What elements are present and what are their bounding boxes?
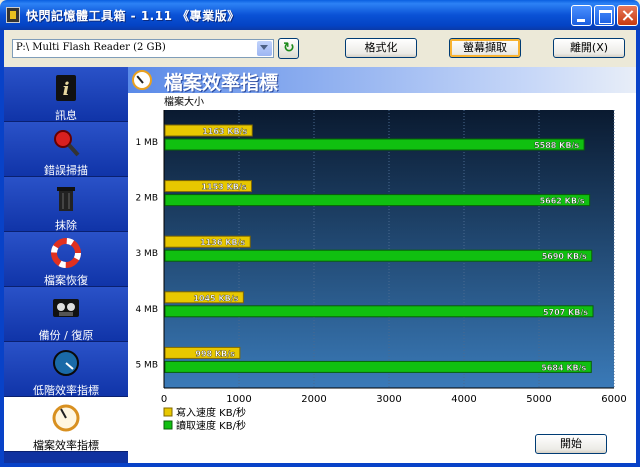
chevron-down-icon[interactable] — [257, 41, 272, 56]
screen-capture-button[interactable]: 螢幕擷取 — [449, 38, 521, 58]
sidebar-item-file-benchmark[interactable]: 檔案效率指標 — [4, 397, 128, 452]
bar-value-label: 5690 KB/s — [542, 252, 587, 261]
sidebar-item-backup-restore[interactable]: 備份 / 復原 — [4, 287, 128, 342]
bar-value-label: 998 KB/s — [195, 349, 235, 358]
category-label: 5 MB — [135, 360, 158, 370]
read-speed-bar — [164, 305, 594, 318]
legend-swatch — [163, 407, 173, 417]
x-tick-label: 6000 — [601, 394, 626, 405]
window-frame-bottom — [0, 463, 640, 467]
bar-value-label: 5662 KB/s — [540, 197, 585, 206]
bar-value-label: 1136 KB/s — [200, 238, 245, 247]
benchmark-chart: 檔案大小 0 1000 2000 3000 4000 5000 6000 1 MB 1163 KB… — [135, 95, 626, 432]
minimize-button[interactable] — [571, 5, 592, 26]
x-tick-label: 4000 — [451, 394, 476, 405]
legend-label: 讀取速度 KB/秒 — [176, 419, 246, 432]
bar-value-label: 5684 KB/s — [541, 363, 586, 372]
content-header: 檔案效率指標 — [128, 67, 636, 94]
category-label: 1 MB — [135, 138, 158, 148]
sidebar-item-file-recovery[interactable]: 檔案恢復 — [4, 232, 128, 287]
bar-value-label: 5588 KB/s — [534, 141, 579, 150]
read-speed-bar — [164, 360, 592, 373]
drive-select-value: P:\ Multi Flash Reader (2 GB) — [16, 42, 166, 53]
read-speed-bar — [164, 194, 591, 207]
bar-value-label: 5707 KB/s — [543, 308, 588, 317]
sidebar: i 訊息 錯誤掃描 抹除 檔案恢復 備份 / 復原 低階效率指標 檔案效率指標 — [4, 67, 128, 463]
info-icon: i — [56, 75, 76, 101]
x-tick-label: 5000 — [526, 394, 551, 405]
x-tick-label: 3000 — [376, 394, 401, 405]
sidebar-item-label: 錯誤掃描 — [44, 164, 88, 177]
sidebar-item-label: 抹除 — [55, 219, 77, 232]
refresh-button[interactable] — [278, 38, 299, 59]
x-tick-label: 2000 — [301, 394, 326, 405]
content-panel: 檔案效率指標 檔案大小 0 1000 2000 3000 4000 5000 6000 1 MB… — [128, 67, 636, 463]
title-bar[interactable]: 快閃記憶體工具箱 - 1.11 《專業版》 — [0, 0, 640, 30]
trash-icon — [57, 187, 75, 211]
page-title: 檔案效率指標 — [164, 72, 279, 94]
sidebar-item-label: 低階效率指標 — [33, 384, 99, 397]
lifebuoy-icon — [51, 238, 81, 268]
gauge-icon — [132, 70, 152, 90]
app-icon — [6, 7, 20, 23]
x-tick-label: 1000 — [226, 394, 251, 405]
x-tick-label: 0 — [161, 394, 167, 405]
tape-icon — [53, 299, 79, 317]
sidebar-item-label: 訊息 — [55, 109, 77, 122]
svg-text:i: i — [63, 79, 70, 100]
y-axis-label: 檔案大小 — [164, 95, 204, 108]
read-speed-bar — [164, 138, 585, 151]
bar-value-label: 1153 KB/s — [201, 183, 246, 192]
format-button[interactable]: 格式化 — [345, 38, 417, 58]
read-speed-bar — [164, 249, 593, 262]
category-label: 2 MB — [135, 194, 158, 204]
exit-button[interactable]: 離開(X) — [553, 38, 625, 58]
sidebar-item-erase[interactable]: 抹除 — [4, 177, 128, 232]
gauge-icon — [53, 350, 79, 376]
window-title: 快閃記憶體工具箱 - 1.11 《專業版》 — [26, 9, 240, 23]
category-label: 3 MB — [135, 249, 158, 259]
sidebar-item-label: 備份 / 復原 — [38, 329, 94, 342]
bar-value-label: 1163 KB/s — [202, 127, 247, 136]
bar-value-label: 1045 KB/s — [193, 294, 238, 303]
window-frame-right — [636, 30, 640, 467]
legend-label: 寫入速度 KB/秒 — [176, 406, 246, 419]
category-label: 4 MB — [135, 305, 158, 315]
start-button[interactable]: 開始 — [535, 434, 607, 454]
sidebar-item-label: 檔案恢復 — [44, 274, 88, 287]
close-button[interactable] — [617, 5, 638, 26]
sidebar-item-low-level-benchmark[interactable]: 低階效率指標 — [4, 342, 128, 397]
legend-swatch — [163, 420, 173, 430]
magnifier-icon — [54, 130, 80, 157]
maximize-button[interactable] — [594, 5, 615, 26]
drive-select[interactable]: P:\ Multi Flash Reader (2 GB) — [12, 39, 274, 58]
sidebar-item-info[interactable]: i 訊息 — [4, 67, 128, 122]
gauge-icon — [52, 404, 80, 432]
sidebar-item-label: 檔案效率指標 — [33, 439, 99, 452]
sidebar-item-error-scan[interactable]: 錯誤掃描 — [4, 122, 128, 177]
